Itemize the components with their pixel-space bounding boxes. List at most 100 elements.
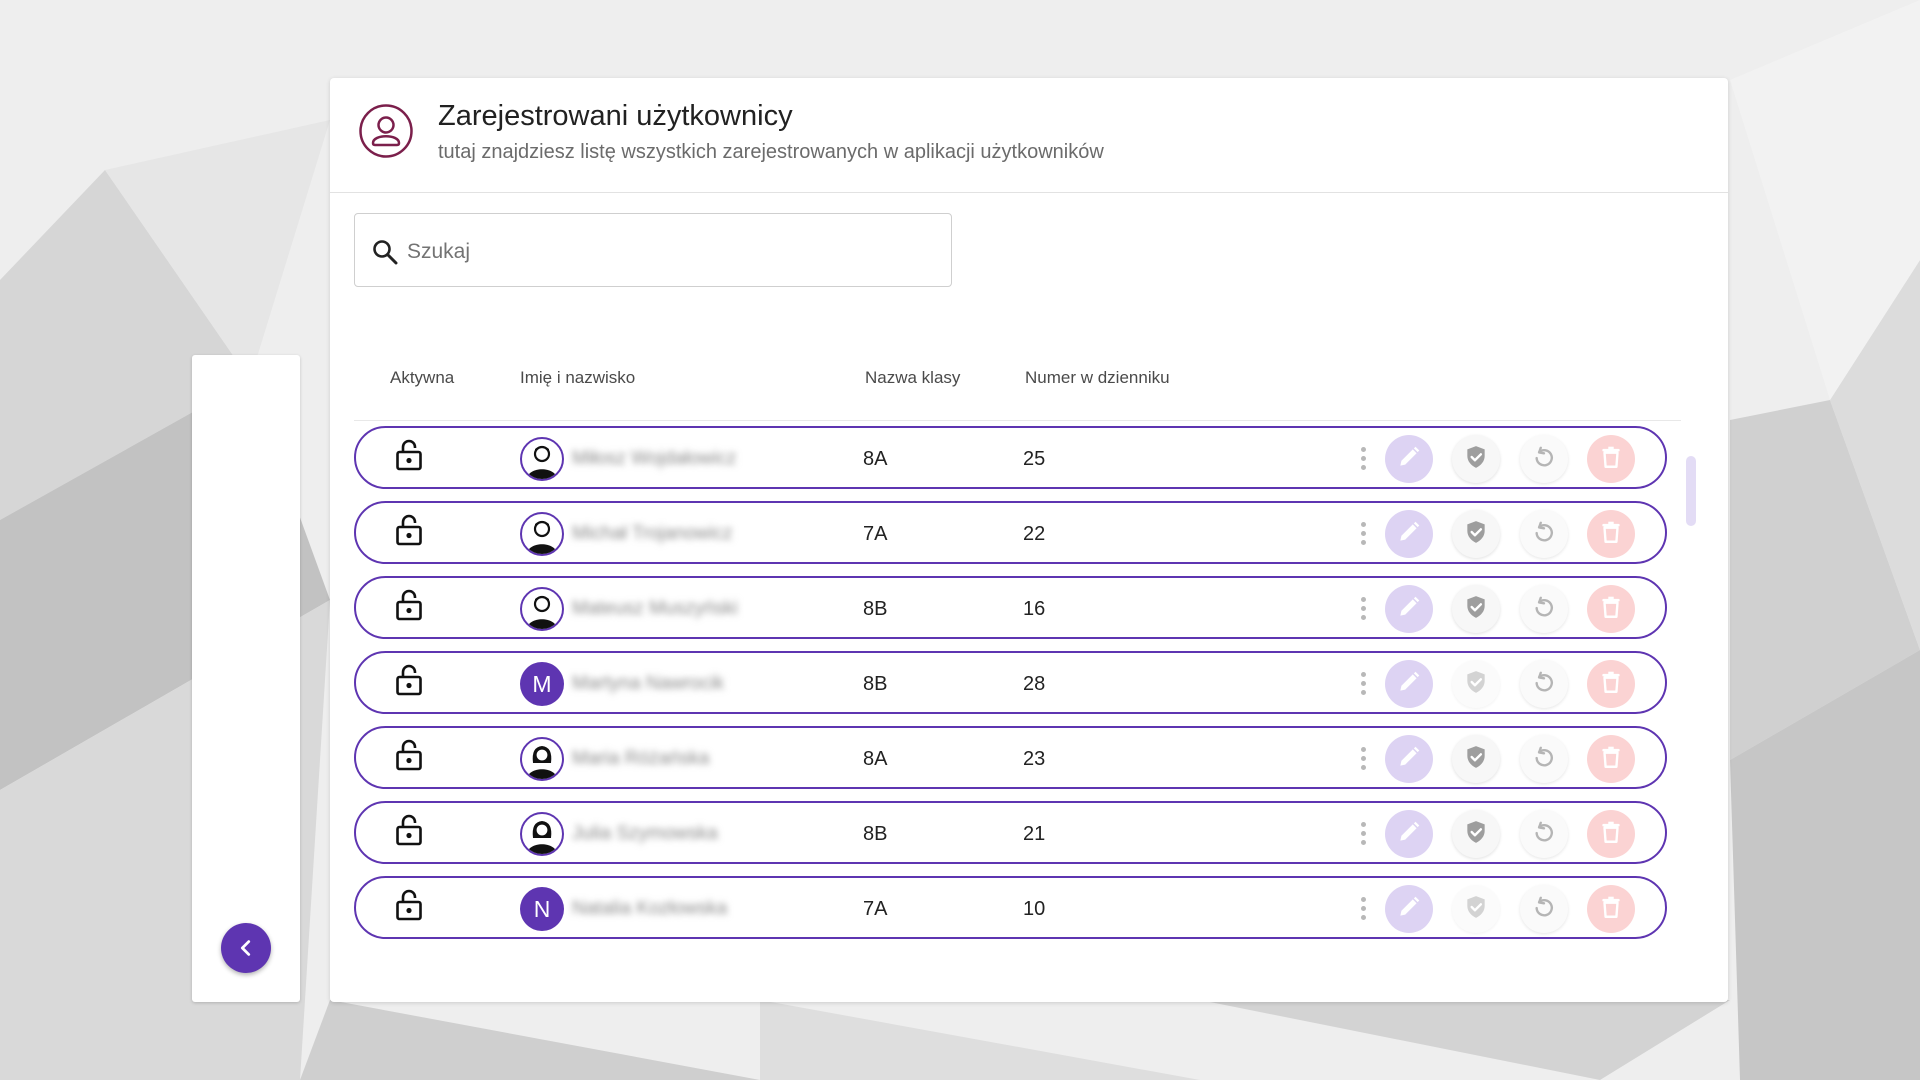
trash-icon (1598, 519, 1624, 550)
pencil-icon (1396, 519, 1422, 550)
reset-password-button[interactable] (1520, 585, 1568, 633)
user-name: Mateusz Muszyński (572, 598, 738, 619)
edit-button[interactable] (1385, 660, 1433, 708)
edit-button[interactable] (1385, 585, 1433, 633)
reset-password-button[interactable] (1520, 735, 1568, 783)
table-row[interactable]: Mateusz Muszyński 8B 16 (354, 576, 1667, 639)
column-header-class: Nazwa klasy (865, 368, 961, 387)
user-name: Martyna Nawrocik (572, 673, 725, 694)
edit-button[interactable] (1385, 735, 1433, 783)
table-row[interactable]: M Martyna Nawrocik 8B 28 (354, 651, 1667, 714)
user-name: Miłosz Wojdałowicz (572, 448, 737, 469)
card-header: Zarejestrowani użytkownicy tutaj znajdzi… (330, 78, 1728, 193)
pencil-icon (1396, 819, 1422, 850)
reset-password-button[interactable] (1520, 435, 1568, 483)
journal-number: 25 (1023, 448, 1046, 470)
reset-icon (1531, 819, 1557, 850)
more-vert-icon[interactable] (1359, 597, 1367, 623)
reset-icon (1531, 669, 1557, 700)
search-input[interactable] (405, 234, 929, 270)
pencil-icon (1396, 444, 1422, 475)
journal-number: 10 (1023, 898, 1046, 920)
verify-button[interactable] (1452, 885, 1500, 933)
shield-check-icon (1463, 744, 1489, 775)
table-row[interactable]: Maria Różańska 8A 23 (354, 726, 1667, 789)
reset-icon (1531, 444, 1557, 475)
class-name: 8B (863, 823, 888, 845)
reset-password-button[interactable] (1520, 510, 1568, 558)
page-title: Zarejestrowani użytkownicy (438, 100, 793, 132)
shield-check-icon (1463, 519, 1489, 550)
table-row[interactable]: Julia Szymowska 8B 21 (354, 801, 1667, 864)
lock-open-icon[interactable] (394, 513, 424, 547)
class-name: 8B (863, 598, 888, 620)
lock-open-icon[interactable] (394, 813, 424, 847)
trash-icon (1598, 894, 1624, 925)
edit-button[interactable] (1385, 510, 1433, 558)
collapse-sidebar-button[interactable] (221, 923, 271, 973)
reset-icon (1531, 594, 1557, 625)
delete-button[interactable] (1587, 510, 1635, 558)
edit-button[interactable] (1385, 810, 1433, 858)
lock-open-icon[interactable] (394, 438, 424, 472)
header-divider (354, 420, 1681, 421)
journal-number: 28 (1023, 673, 1046, 695)
more-vert-icon[interactable] (1359, 447, 1367, 473)
lock-open-icon[interactable] (394, 738, 424, 772)
verify-button[interactable] (1452, 810, 1500, 858)
lock-open-icon[interactable] (394, 663, 424, 697)
more-vert-icon[interactable] (1359, 822, 1367, 848)
class-name: 7A (863, 898, 888, 920)
user-name: Maria Różańska (572, 748, 710, 769)
pencil-icon (1396, 744, 1422, 775)
user-name: Natalia Kozłowska (572, 898, 728, 919)
lock-open-icon[interactable] (394, 588, 424, 622)
more-vert-icon[interactable] (1359, 747, 1367, 773)
verify-button[interactable] (1452, 510, 1500, 558)
more-vert-icon[interactable] (1359, 897, 1367, 923)
avatar: N (520, 887, 564, 931)
trash-icon (1598, 594, 1624, 625)
trash-icon (1598, 669, 1624, 700)
table-row[interactable]: N Natalia Kozłowska 7A 10 (354, 876, 1667, 939)
shield-check-icon (1463, 894, 1489, 925)
reset-password-button[interactable] (1520, 810, 1568, 858)
edit-button[interactable] (1385, 885, 1433, 933)
pencil-icon (1396, 894, 1422, 925)
search-box[interactable] (354, 213, 952, 287)
reset-icon (1531, 744, 1557, 775)
table-row[interactable]: Michał Trojanowicz 7A 22 (354, 501, 1667, 564)
edit-button[interactable] (1385, 435, 1433, 483)
search-icon (373, 240, 398, 265)
delete-button[interactable] (1587, 435, 1635, 483)
verify-button[interactable] (1452, 435, 1500, 483)
users-table: Miłosz Wojdałowicz 8A 25 Michał Trojanowicz… (354, 426, 1694, 942)
delete-button[interactable] (1587, 810, 1635, 858)
verify-button[interactable] (1452, 735, 1500, 783)
pencil-icon (1396, 594, 1422, 625)
more-vert-icon[interactable] (1359, 672, 1367, 698)
scrollbar-thumb[interactable] (1686, 456, 1696, 526)
delete-button[interactable] (1587, 660, 1635, 708)
shield-check-icon (1463, 444, 1489, 475)
delete-button[interactable] (1587, 885, 1635, 933)
shield-check-icon (1463, 594, 1489, 625)
user-name: Michał Trojanowicz (572, 523, 733, 544)
user-profile-icon (359, 104, 413, 158)
delete-button[interactable] (1587, 735, 1635, 783)
verify-button[interactable] (1452, 660, 1500, 708)
more-vert-icon[interactable] (1359, 522, 1367, 548)
lock-open-icon[interactable] (394, 888, 424, 922)
shield-check-icon (1463, 819, 1489, 850)
table-row[interactable]: Miłosz Wojdałowicz 8A 25 (354, 426, 1667, 489)
reset-password-button[interactable] (1520, 885, 1568, 933)
page-subtitle: tutaj znajdziesz listę wszystkich zareje… (438, 141, 1104, 163)
avatar (520, 512, 564, 556)
verify-button[interactable] (1452, 585, 1500, 633)
delete-button[interactable] (1587, 585, 1635, 633)
trash-icon (1598, 744, 1624, 775)
reset-icon (1531, 519, 1557, 550)
reset-password-button[interactable] (1520, 660, 1568, 708)
avatar (520, 812, 564, 856)
side-panel (192, 355, 300, 1002)
